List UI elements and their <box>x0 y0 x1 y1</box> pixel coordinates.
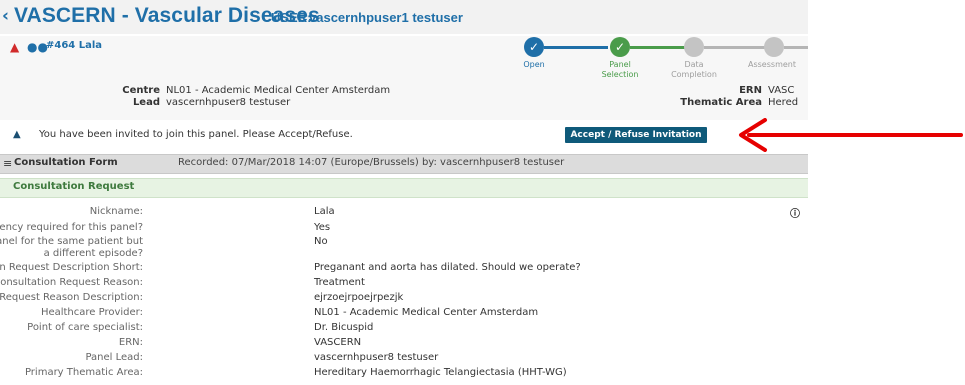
users-icon: ●● <box>27 40 48 54</box>
field-label: Primary Thematic Area: <box>24 367 143 378</box>
field-label: Healthcare Provider: <box>40 307 143 318</box>
centre-value: NL01 - Academic Medical Center Amsterdam <box>166 85 391 96</box>
field-value: ejrzoejrpoejrpezjk <box>314 292 404 303</box>
step-open[interactable]: ✓ <box>524 37 544 57</box>
consultation-form-title: Consultation Form <box>14 157 118 168</box>
field-label: Is this a repeat of a previous panel for… <box>0 236 143 259</box>
step-data-completion[interactable] <box>684 37 704 57</box>
accept-refuse-invitation-button[interactable]: Accept / Refuse Invitation <box>565 127 707 143</box>
invitation-message: You have been invited to join this panel… <box>39 129 353 140</box>
check-icon: ✓ <box>614 40 626 54</box>
step-connector <box>784 46 808 49</box>
thematic-area-value: Hered <box>768 97 799 108</box>
centre-label: Centre <box>122 85 160 96</box>
field-value: Yes <box>314 222 331 233</box>
step-label-panel-selection: Panel Selection <box>601 60 639 79</box>
check-icon: ✓ <box>528 40 540 54</box>
case-id[interactable]: #464 Lala <box>46 40 102 51</box>
field-value: Lala <box>314 206 335 217</box>
warning-icon: ▲ <box>10 40 20 54</box>
field-value: Treatment <box>314 277 365 288</box>
step-label-open: Open <box>523 60 545 69</box>
field-label: Consultation Request Reason: <box>0 277 143 288</box>
field-value: VASCERN <box>314 337 362 348</box>
thematic-area-label: Thematic Area <box>680 97 762 108</box>
list-icon: ≡ <box>3 157 13 170</box>
step-connector <box>544 46 608 49</box>
step-label-data-completion: Data Completion <box>671 60 717 79</box>
field-value: Preganant and aorta has dilated. Should … <box>314 262 581 273</box>
lead-value: vascernhpuser8 testuser <box>166 97 291 108</box>
step-connector <box>704 46 766 49</box>
field-value: vascernhpuser8 testuser <box>314 352 439 363</box>
case-page: ‹ VASCERN - Vascular Diseases USER: vasc… <box>0 0 808 385</box>
user-name[interactable]: vascernhpuser1 testuser <box>309 10 463 25</box>
annotation-arrow-icon <box>739 118 963 152</box>
case-chevron-icon: ‹ <box>2 6 10 26</box>
field-value: No <box>314 236 328 247</box>
field-value: Dr. Bicuspid <box>314 322 374 333</box>
field-label: Consultation Request Description Short: <box>0 262 143 273</box>
field-label: Is urgency required for this panel? <box>0 222 143 233</box>
lead-label: Lead <box>132 97 160 108</box>
user-label: USER: <box>271 10 312 25</box>
step-assessment[interactable] <box>764 37 784 57</box>
step-panel-selection[interactable]: ✓ <box>610 37 630 57</box>
alert-icon: ▲ <box>13 129 21 140</box>
info-icon[interactable]: ⓘ <box>790 205 800 220</box>
recorded-info: Recorded: 07/Mar/2018 14:07 (Europe/Brus… <box>178 157 565 168</box>
field-label: Panel Lead: <box>85 352 143 363</box>
field-label: Point of care specialist: <box>27 322 143 333</box>
consultation-request-title: Consultation Request <box>13 181 135 192</box>
field-value: NL01 - Academic Medical Center Amsterdam <box>314 307 539 318</box>
ern-value: VASC <box>768 85 795 96</box>
field-value: Hereditary Haemorrhagic Telangiectasia (… <box>314 367 567 378</box>
field-label: Consultation Request Reason Description: <box>0 292 143 303</box>
field-label: ERN: <box>118 337 143 348</box>
step-label-assessment: Assessment <box>748 60 796 69</box>
field-label: Nickname: <box>89 206 143 217</box>
ern-label: ERN <box>739 85 762 96</box>
